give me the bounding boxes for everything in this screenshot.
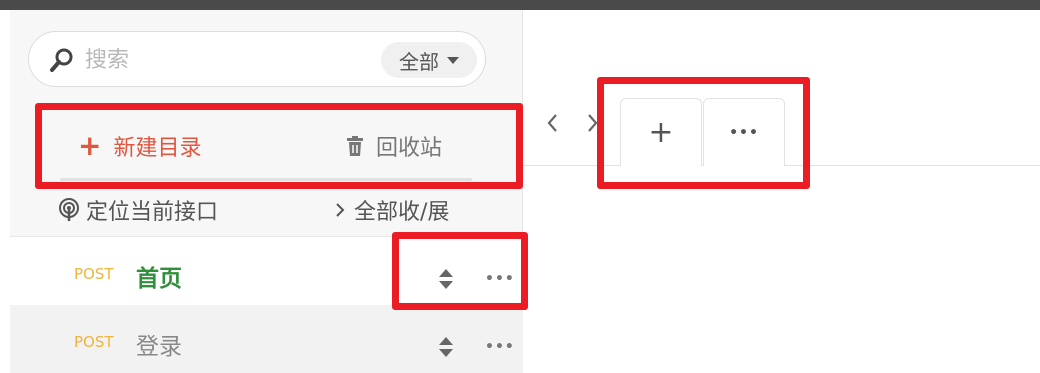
highlight-box-tabs [597,77,810,189]
search-scope-label: 全部 [399,49,439,74]
toggle-all-label: 全部收/展 [354,200,450,225]
api-method-badge: POST [74,265,114,283]
locate-pin-icon [59,198,79,221]
search-scope-dropdown[interactable]: 全部 [381,42,477,78]
search-icon [50,48,73,72]
api-name: 首页 [136,266,182,292]
api-method-badge: POST [74,333,114,351]
window-top-bar [0,0,1040,10]
highlight-box-toolbar [35,103,523,189]
search-box: 全部 [28,31,486,87]
more-icon[interactable]: ••• [485,339,515,355]
toggle-all-button[interactable]: 全部收/展 [334,194,449,226]
caret-down-icon [447,56,459,64]
locate-current-api-label: 定位当前接口 [86,200,219,225]
highlight-box-row-actions [392,232,528,310]
api-list-item[interactable]: POST 登录 ••• [10,305,523,373]
sort-icon[interactable] [438,336,454,358]
search-input[interactable] [85,44,365,76]
chevron-right-icon [336,203,345,217]
chevron-left-icon[interactable] [546,112,560,134]
api-name: 登录 [136,334,182,360]
locate-current-api-button[interactable]: 定位当前接口 [58,194,218,226]
